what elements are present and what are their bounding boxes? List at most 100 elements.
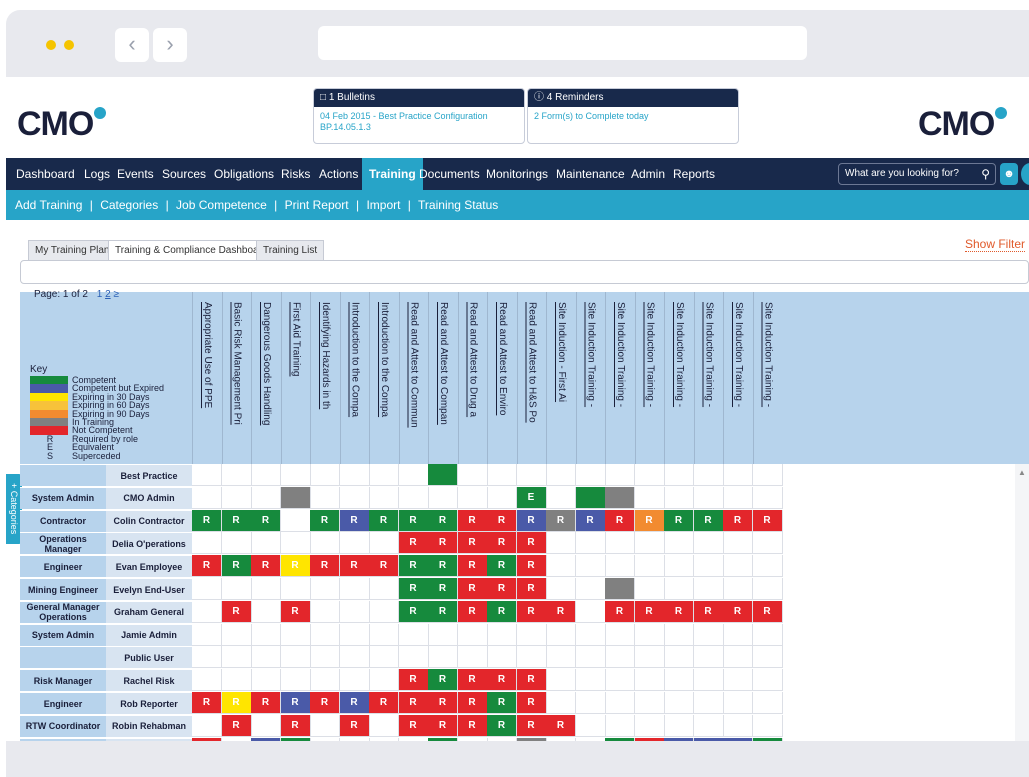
matrix-cell[interactable]: R [516, 555, 547, 578]
forward-button[interactable]: › [153, 28, 187, 62]
subnav-job-competence[interactable]: Job Competence [176, 198, 267, 212]
nav-logs[interactable]: Logs [84, 158, 110, 190]
matrix-cell[interactable] [192, 464, 222, 486]
matrix-cell[interactable]: R [428, 714, 458, 737]
matrix-cell[interactable] [723, 486, 753, 509]
matrix-cell[interactable] [605, 623, 635, 646]
matrix-cell[interactable]: R [752, 600, 783, 623]
column-header-label[interactable]: Site Induction Training - [673, 302, 685, 407]
matrix-cell[interactable]: R [192, 555, 222, 578]
matrix-cell[interactable]: R [428, 692, 458, 714]
matrix-cell[interactable] [693, 669, 724, 692]
matrix-cell[interactable]: R [398, 692, 429, 714]
matrix-cell[interactable] [752, 714, 783, 737]
matrix-cell[interactable] [752, 486, 783, 509]
matrix-cell[interactable]: R [516, 578, 547, 600]
matrix-cell[interactable] [664, 486, 694, 509]
matrix-cell[interactable] [310, 600, 340, 623]
matrix-cell[interactable] [192, 669, 222, 692]
matrix-cell[interactable]: R [310, 692, 340, 714]
column-header-label[interactable]: Site Induction Training - [762, 302, 774, 407]
matrix-cell[interactable]: R [487, 532, 517, 555]
row-user-name[interactable]: Rachel Risk [106, 669, 192, 692]
column-header-label[interactable]: Site Induction Training - [703, 302, 715, 407]
matrix-cell[interactable] [693, 486, 724, 509]
matrix-cell[interactable] [457, 623, 488, 646]
matrix-cell[interactable] [752, 692, 783, 714]
matrix-cell[interactable] [693, 532, 724, 555]
nav-reports[interactable]: Reports [673, 158, 715, 190]
matrix-cell[interactable] [605, 714, 635, 737]
matrix-cell[interactable] [457, 486, 488, 509]
matrix-cell[interactable] [605, 669, 635, 692]
matrix-cell[interactable] [251, 646, 281, 669]
matrix-cell[interactable] [369, 578, 399, 600]
matrix-cell[interactable] [310, 578, 340, 600]
matrix-cell[interactable]: R [457, 509, 488, 532]
matrix-cell[interactable] [221, 578, 252, 600]
matrix-cell[interactable]: R [605, 509, 635, 532]
show-filter-link[interactable]: Show Filter [965, 237, 1026, 252]
matrix-cell[interactable] [723, 669, 753, 692]
matrix-cell[interactable] [752, 532, 783, 555]
row-user-name[interactable]: CMO Admin [106, 486, 192, 509]
subnav-training-status[interactable]: Training Status [418, 198, 498, 212]
tab-training-compliance-dashboard[interactable]: Training & Compliance Dashboard [108, 240, 275, 260]
column-header[interactable]: Site Induction - First Ai [546, 292, 576, 464]
matrix-cell[interactable] [546, 669, 576, 692]
matrix-cell[interactable] [369, 464, 399, 486]
tab-my-training-plan[interactable]: My Training Plan [28, 240, 117, 260]
matrix-cell[interactable] [428, 646, 458, 669]
matrix-cell[interactable]: R [339, 692, 370, 714]
matrix-cell[interactable] [251, 532, 281, 555]
nav-documents[interactable]: Documents [419, 158, 480, 190]
matrix-cell[interactable]: R [487, 669, 517, 692]
matrix-cell[interactable] [280, 623, 311, 646]
matrix-cell[interactable] [723, 692, 753, 714]
nav-training[interactable]: Training [362, 158, 423, 190]
matrix-cell[interactable]: R [428, 532, 458, 555]
reminders-card[interactable]: ⓘ 4 Reminders 2 Form(s) to Complete toda… [527, 88, 739, 144]
matrix-cell[interactable]: R [723, 600, 753, 623]
matrix-cell[interactable]: R [487, 714, 517, 737]
matrix-cell[interactable] [752, 623, 783, 646]
matrix-cell[interactable] [575, 692, 606, 714]
matrix-cell[interactable] [634, 578, 665, 600]
column-header[interactable]: Site Induction Training - [605, 292, 635, 464]
matrix-cell[interactable]: R [457, 578, 488, 600]
matrix-cell[interactable]: R [398, 509, 429, 532]
matrix-cell[interactable] [251, 578, 281, 600]
matrix-cell[interactable] [664, 532, 694, 555]
matrix-cell[interactable]: R [457, 714, 488, 737]
column-header-label[interactable]: Appropriate Use of PPE [201, 302, 213, 408]
matrix-cell[interactable] [192, 623, 222, 646]
matrix-cell[interactable]: R [546, 714, 576, 737]
matrix-cell[interactable]: R [251, 555, 281, 578]
row-user-name[interactable]: Public User [106, 646, 192, 669]
nav-dashboard[interactable]: Dashboard [16, 158, 75, 190]
matrix-cell[interactable]: R [634, 600, 665, 623]
column-header[interactable]: Dangerous Goods Handling [251, 292, 281, 464]
matrix-cell[interactable] [575, 578, 606, 600]
nav-actions[interactable]: Actions [319, 158, 358, 190]
nav-admin[interactable]: Admin [631, 158, 665, 190]
matrix-cell[interactable] [693, 623, 724, 646]
tab-training-list[interactable]: Training List [256, 240, 325, 260]
matrix-cell[interactable] [634, 486, 665, 509]
column-header[interactable]: Read and Attest to Drug a [457, 292, 488, 464]
matrix-cell[interactable] [693, 578, 724, 600]
matrix-cell[interactable] [457, 464, 488, 486]
nav-maintenance[interactable]: Maintenance [556, 158, 625, 190]
matrix-cell[interactable] [251, 714, 281, 737]
subnav-import[interactable]: Import [366, 198, 400, 212]
matrix-cell[interactable]: R [487, 555, 517, 578]
matrix-cell[interactable] [546, 555, 576, 578]
matrix-cell[interactable] [310, 623, 340, 646]
matrix-cell[interactable]: E [516, 486, 547, 509]
column-header-label[interactable]: Site Induction Training - [585, 302, 597, 407]
matrix-cell[interactable]: R [664, 600, 694, 623]
matrix-cell[interactable]: R [723, 509, 753, 532]
matrix-cell[interactable] [664, 669, 694, 692]
matrix-cell[interactable] [516, 623, 547, 646]
nav-events[interactable]: Events [117, 158, 154, 190]
